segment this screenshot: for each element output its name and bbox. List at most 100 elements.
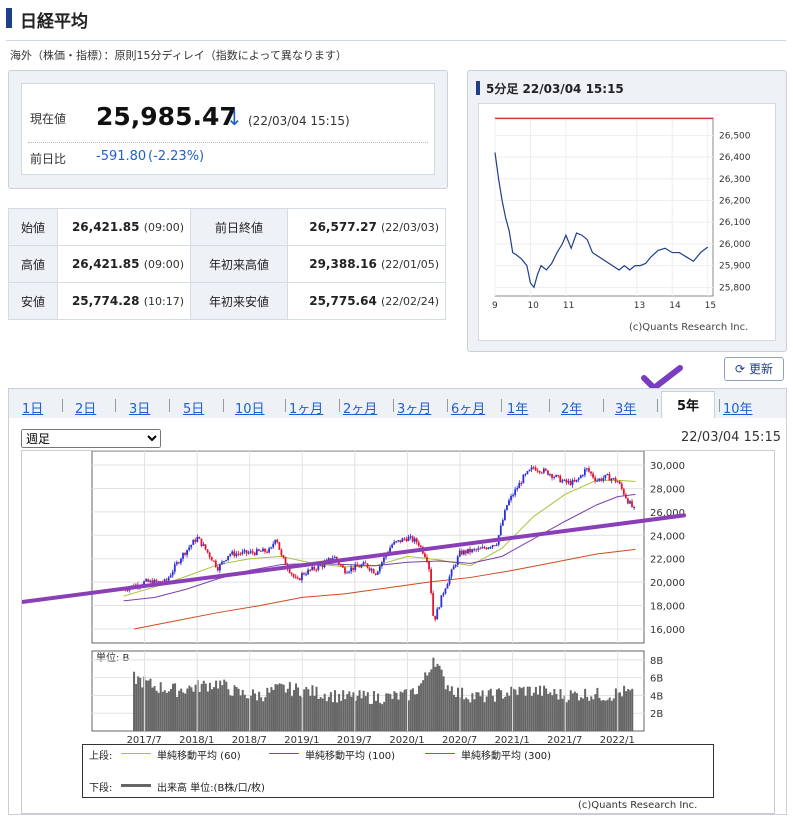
- volume-bar: [206, 691, 209, 731]
- candle-body: [257, 549, 260, 551]
- candle-body: [428, 561, 430, 570]
- candle-body: [446, 584, 449, 589]
- current-value: 25,985.47: [96, 102, 237, 131]
- candle-body: [219, 564, 221, 571]
- tab-2ヶ月[interactable]: 2ヶ月: [343, 398, 377, 417]
- tab-6ヶ月[interactable]: 6ヶ月: [451, 398, 485, 417]
- candle-body: [557, 475, 560, 477]
- volume-bar: [159, 682, 162, 731]
- tab-1年[interactable]: 1年: [507, 398, 528, 417]
- tab-5日[interactable]: 5日: [183, 398, 204, 417]
- candle-body: [590, 471, 592, 474]
- volume-bar: [344, 699, 347, 731]
- price-y-tick: 16,000: [650, 625, 685, 636]
- candle-body: [618, 481, 621, 484]
- volume-bar: [190, 687, 193, 731]
- tab-10年[interactable]: 10年: [723, 398, 753, 417]
- volume-bar: [192, 691, 195, 731]
- tab-3日[interactable]: 3日: [129, 398, 150, 417]
- volume-bar: [561, 698, 564, 731]
- candle-body: [465, 550, 467, 554]
- candle-body: [356, 564, 359, 567]
- tab-5年[interactable]: 5年: [661, 391, 715, 420]
- candle-body: [512, 495, 514, 497]
- candle-body: [194, 539, 197, 542]
- candle-body: [380, 562, 383, 567]
- volume-bar: [178, 690, 181, 731]
- tab-separator: [339, 399, 340, 412]
- tab-3年[interactable]: 3年: [615, 398, 636, 417]
- volume-bar: [370, 703, 373, 731]
- volume-bar: [457, 687, 460, 731]
- volume-bar: [260, 697, 263, 731]
- candle-body: [407, 536, 410, 541]
- candle-body: [561, 480, 564, 483]
- volume-bar: [288, 682, 291, 731]
- volume-bar: [389, 694, 392, 731]
- volume-bar: [430, 669, 433, 731]
- volume-bar: [436, 663, 439, 731]
- candle-body: [346, 572, 348, 574]
- volume-bar: [602, 700, 605, 731]
- candle-body: [571, 480, 574, 485]
- volume-bar: [223, 679, 226, 731]
- volume-bar: [346, 694, 349, 731]
- candle-body: [514, 489, 517, 496]
- candle-body: [469, 548, 471, 553]
- volume-bar: [317, 698, 320, 731]
- volume-bar: [479, 696, 482, 731]
- candle-body: [393, 541, 396, 545]
- intraday-y-tick: 26,400: [719, 153, 751, 163]
- volume-bar: [516, 694, 519, 731]
- tab-10日[interactable]: 10日: [235, 398, 265, 417]
- candle-body: [438, 607, 441, 609]
- period-select[interactable]: 週足: [21, 429, 161, 448]
- candle-body: [434, 615, 437, 620]
- candle-body: [145, 579, 147, 582]
- candle-body: [188, 547, 191, 550]
- candle-body: [235, 553, 238, 556]
- tab-2日[interactable]: 2日: [75, 398, 96, 417]
- candle-body: [608, 474, 611, 481]
- volume-bar: [610, 700, 613, 731]
- volume-bar: [606, 699, 609, 731]
- candle-body: [321, 565, 324, 568]
- quote-inner: 現在値 25,985.47 ↓ (22/03/04 15:15) 前日比 -59…: [21, 83, 435, 175]
- high-label: 高値: [8, 245, 58, 283]
- volume-bar: [487, 690, 490, 731]
- volume-bar: [557, 699, 560, 731]
- tab-2年[interactable]: 2年: [561, 398, 582, 417]
- tab-1ヶ月[interactable]: 1ヶ月: [289, 398, 323, 417]
- volume-bar: [276, 684, 279, 731]
- volume-bar: [526, 686, 529, 731]
- candle-body: [366, 563, 369, 568]
- volume-bar: [575, 693, 578, 731]
- volume-bar: [623, 685, 626, 731]
- candle-body: [506, 505, 508, 511]
- quote-panel: 現在値 25,985.47 ↓ (22/03/04 15:15) 前日比 -59…: [8, 70, 448, 189]
- tab-separator: [393, 399, 394, 412]
- volume-bar: [467, 699, 470, 731]
- candle-body: [243, 550, 246, 552]
- tab-3ヶ月[interactable]: 3ヶ月: [397, 398, 431, 417]
- volume-bar: [407, 700, 410, 731]
- tab-1日[interactable]: 1日: [22, 398, 43, 417]
- candle-body: [553, 476, 556, 478]
- intraday-x-tick: 14: [669, 301, 681, 311]
- volume-bar: [397, 699, 400, 731]
- ytd-low-label: 年初来安値: [190, 282, 288, 320]
- volume-bar: [625, 691, 628, 731]
- ytd-low-cell: 25,775.64 (22/02/24): [287, 282, 446, 320]
- volume-bar: [325, 701, 328, 731]
- candle-body: [419, 545, 422, 547]
- candle-body: [180, 558, 182, 564]
- volume-bar: [307, 689, 310, 731]
- volume-bar: [313, 695, 316, 731]
- legend-ma60: 単純移動平均 (60): [157, 751, 241, 762]
- volume-bar: [442, 676, 445, 731]
- legend-volume-swatch: [121, 784, 151, 787]
- candle-body: [344, 567, 346, 574]
- volume-bar: [249, 695, 252, 731]
- volume-bar: [157, 692, 160, 731]
- refresh-button[interactable]: ⟳ 更新: [724, 357, 784, 381]
